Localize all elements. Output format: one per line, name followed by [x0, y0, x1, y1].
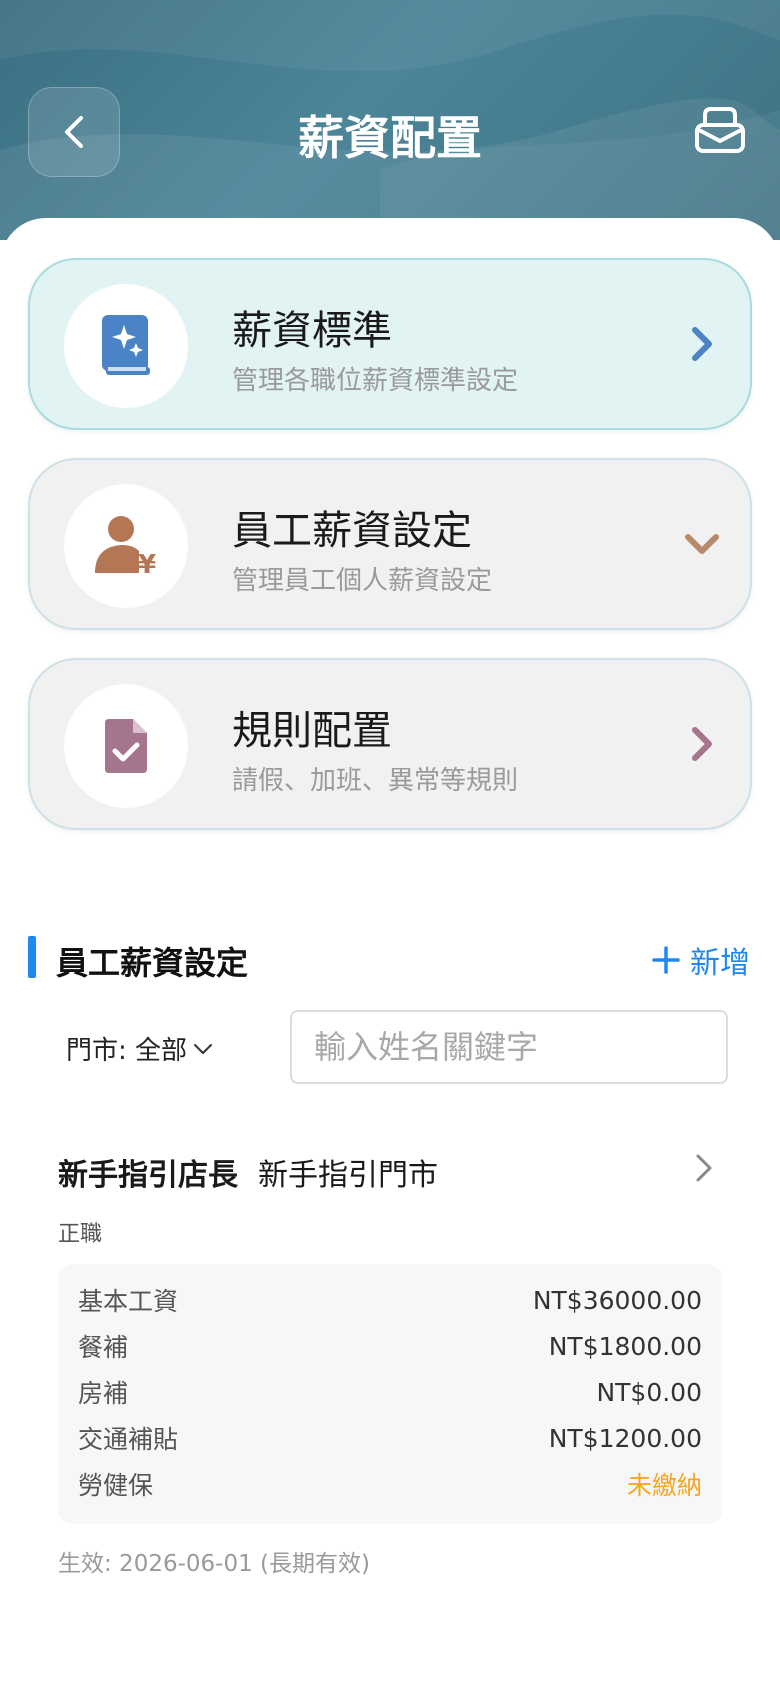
effective-date: 生效: 2026-06-01 (長期有效) — [58, 1551, 370, 1577]
inbox-icon — [695, 107, 745, 153]
salary-row: 交通補貼 NT$1200.00 — [78, 1418, 702, 1458]
salary-row: 勞健保 未繳納 — [78, 1464, 702, 1504]
add-button-label: 新增 — [690, 946, 750, 981]
employment-type: 正職 — [58, 1222, 103, 1247]
salary-value: NT$1200.00 — [548, 1423, 702, 1453]
header: 薪資配置 — [0, 0, 780, 240]
salary-label: 基本工資 — [78, 1287, 179, 1316]
inbox-button[interactable] — [690, 102, 750, 158]
store-filter-label: 門市: 全部 — [66, 1036, 188, 1066]
card-employee-salary[interactable]: ¥ 員工薪資設定 管理員工個人薪資設定 — [28, 458, 752, 630]
card-subtitle: 管理員工個人薪資設定 — [232, 566, 493, 596]
chevron-down-icon — [194, 1043, 213, 1054]
salary-row: 基本工資 NT$36000.00 — [78, 1280, 702, 1320]
salary-value: NT$36000.00 — [532, 1285, 702, 1315]
salary-label: 餐補 — [78, 1333, 129, 1362]
section-accent-bar — [28, 936, 36, 978]
plus-icon — [652, 946, 680, 974]
icon-circle — [64, 684, 188, 808]
svg-text:¥: ¥ — [138, 550, 156, 577]
salary-value: NT$0.00 — [596, 1377, 702, 1407]
store-filter-dropdown[interactable]: 門市: 全部 — [66, 1030, 213, 1067]
salary-row: 房補 NT$0.00 — [78, 1372, 702, 1412]
card-title: 薪資標準 — [232, 308, 392, 354]
card-subtitle: 管理各職位薪資標準設定 — [232, 366, 519, 396]
person-yen-icon: ¥ — [95, 516, 156, 577]
salary-value: NT$1800.00 — [548, 1331, 702, 1361]
salary-label: 交通補貼 — [78, 1425, 179, 1454]
salary-detail-box: 基本工資 NT$36000.00 餐補 NT$1800.00 房補 NT$0.0… — [58, 1264, 722, 1524]
icon-circle — [64, 284, 188, 408]
add-button[interactable]: 新增 — [652, 938, 750, 982]
icon-circle: ¥ — [64, 484, 188, 608]
page-title: 薪資配置 — [298, 111, 482, 165]
section-title: 員工薪資設定 — [56, 944, 249, 982]
salary-label: 勞健保 — [78, 1471, 154, 1500]
salary-book-icon — [102, 315, 150, 375]
card-rule-config[interactable]: 規則配置 請假、加班、異常等規則 — [28, 658, 752, 830]
card-salary-standard[interactable]: 薪資標準 管理各職位薪資標準設定 — [28, 258, 752, 430]
card-title: 規則配置 — [232, 708, 392, 754]
employee-store[interactable]: 新手指引門市 — [258, 1150, 438, 1194]
chevron-down-icon — [682, 522, 722, 566]
card-subtitle: 請假、加班、異常等規則 — [232, 766, 519, 796]
employee-name[interactable]: 新手指引店長 — [58, 1150, 238, 1194]
insurance-status: 未繳納 — [626, 1471, 702, 1500]
chevron-right-icon[interactable] — [692, 1150, 716, 1186]
card-title: 員工薪資設定 — [232, 508, 472, 554]
salary-row: 餐補 NT$1800.00 — [78, 1326, 702, 1366]
chevron-right-icon — [682, 322, 722, 366]
name-search-input[interactable] — [290, 1010, 728, 1084]
document-check-icon — [105, 719, 147, 773]
chevron-right-icon — [682, 722, 722, 766]
salary-label: 房補 — [78, 1379, 129, 1408]
